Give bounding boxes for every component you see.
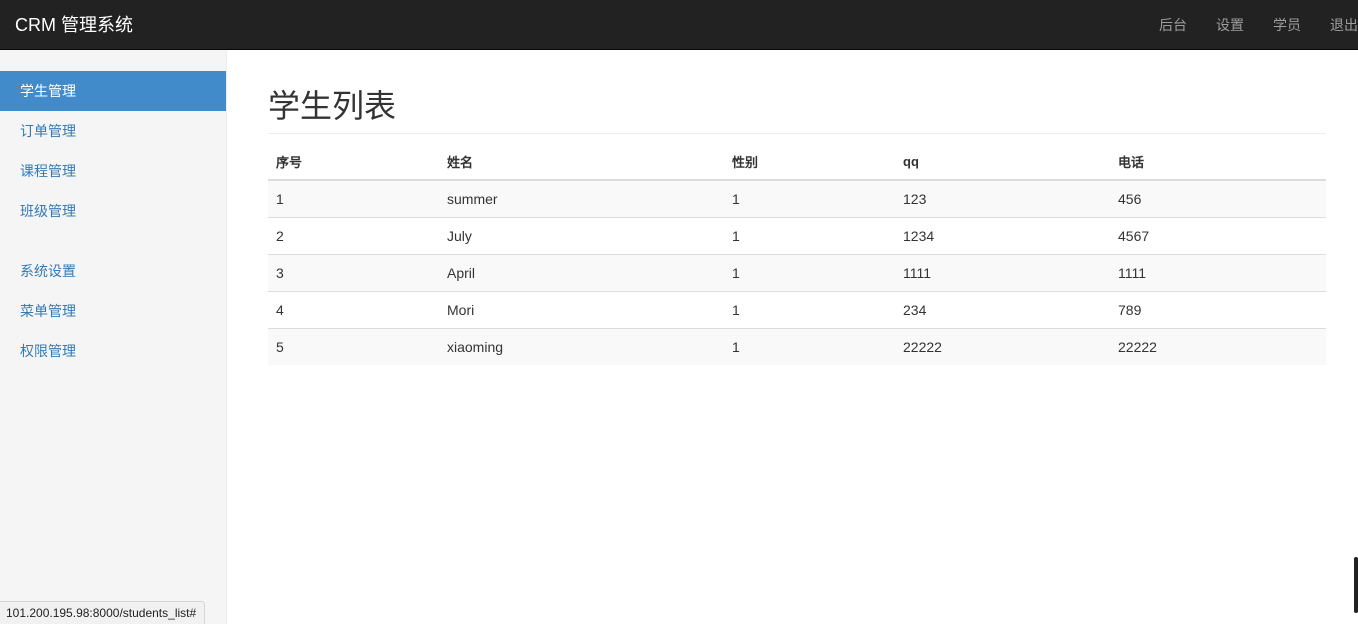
cell-gender: 1 — [724, 290, 895, 328]
cell-id: 5 — [268, 327, 439, 365]
cell-gender: 1 — [724, 327, 895, 365]
cell-phone: 4567 — [1110, 216, 1326, 254]
cell-name: July — [439, 216, 724, 254]
cell-name: April — [439, 253, 724, 291]
sidebar-group-main: 学生管理 订单管理 课程管理 班级管理 — [0, 71, 226, 231]
table-header-row: 序号 姓名 性别 qq 电话 — [268, 144, 1326, 181]
scrollbar-handle[interactable] — [1354, 557, 1358, 613]
cell-name: xiaoming — [439, 327, 724, 365]
cell-phone: 22222 — [1110, 327, 1326, 365]
table-row: 5 xiaoming 1 22222 22222 — [268, 327, 1326, 365]
sidebar-item-courses[interactable]: 课程管理 — [0, 151, 226, 191]
sidebar-item-permissions[interactable]: 权限管理 — [0, 331, 226, 371]
table-row: 2 July 1 1234 4567 — [268, 216, 1326, 254]
nav-link-backend[interactable]: 后台 — [1130, 0, 1187, 50]
cell-qq: 234 — [895, 290, 1110, 328]
nav-link-logout[interactable]: 退出 — [1301, 0, 1358, 50]
sidebar-item-menus[interactable]: 菜单管理 — [0, 291, 226, 331]
sidebar-item-orders[interactable]: 订单管理 — [0, 111, 226, 151]
sidebar-item-classes[interactable]: 班级管理 — [0, 191, 226, 231]
sidebar-group-system: 系统设置 菜单管理 权限管理 — [0, 251, 226, 371]
nav-link-settings[interactable]: 设置 — [1187, 0, 1244, 50]
brand-link[interactable]: CRM 管理系统 — [15, 0, 133, 50]
cell-id: 3 — [268, 253, 439, 291]
cell-qq: 1234 — [895, 216, 1110, 254]
sidebar: 学生管理 订单管理 课程管理 班级管理 系统设置 菜单管理 权限管理 — [0, 50, 227, 624]
nav-link-students[interactable]: 学员 — [1244, 0, 1301, 50]
students-table: 序号 姓名 性别 qq 电话 1 summer 1 123 456 2 July… — [268, 144, 1326, 365]
main-content: 学生列表 序号 姓名 性别 qq 电话 1 summer 1 123 456 2… — [268, 50, 1326, 365]
cell-gender: 1 — [724, 216, 895, 254]
cell-qq: 22222 — [895, 327, 1110, 365]
cell-id: 2 — [268, 216, 439, 254]
cell-id: 4 — [268, 290, 439, 328]
cell-qq: 123 — [903, 190, 927, 207]
status-url-bar: 101.200.195.98:8000/students_list# — [0, 601, 206, 624]
page-title: 学生列表 — [268, 88, 397, 124]
top-navbar: CRM 管理系统 后台 设置 学员 退出 — [0, 0, 1358, 50]
cell-id: 1 — [276, 190, 284, 207]
sidebar-item-system-settings[interactable]: 系统设置 — [0, 251, 226, 291]
table-row: 3 April 1 1111 1111 — [268, 253, 1326, 291]
cell-gender: 1 — [732, 190, 740, 207]
column-header-phone: 电话 — [1110, 144, 1326, 181]
cell-phone: 1111 — [1110, 253, 1326, 291]
column-header-id: 序号 — [268, 144, 439, 181]
table-row: 1 summer 1 123 456 — [268, 180, 1326, 217]
column-header-gender: 性别 — [724, 144, 895, 181]
cell-phone: 789 — [1110, 290, 1326, 328]
cell-phone: 456 — [1118, 190, 1142, 207]
cell-qq: 1111 — [895, 253, 1110, 291]
column-header-name: 姓名 — [439, 144, 724, 181]
cell-gender: 1 — [724, 253, 895, 291]
nav-links: 后台 设置 学员 退出 — [1130, 0, 1358, 50]
sidebar-item-students[interactable]: 学生管理 — [0, 71, 226, 111]
page-header: 学生列表 — [268, 88, 1326, 134]
column-header-qq: qq — [895, 144, 1110, 181]
cell-name: Mori — [439, 290, 724, 328]
cell-name: summer — [447, 190, 498, 207]
table-row: 4 Mori 1 234 789 — [268, 290, 1326, 328]
